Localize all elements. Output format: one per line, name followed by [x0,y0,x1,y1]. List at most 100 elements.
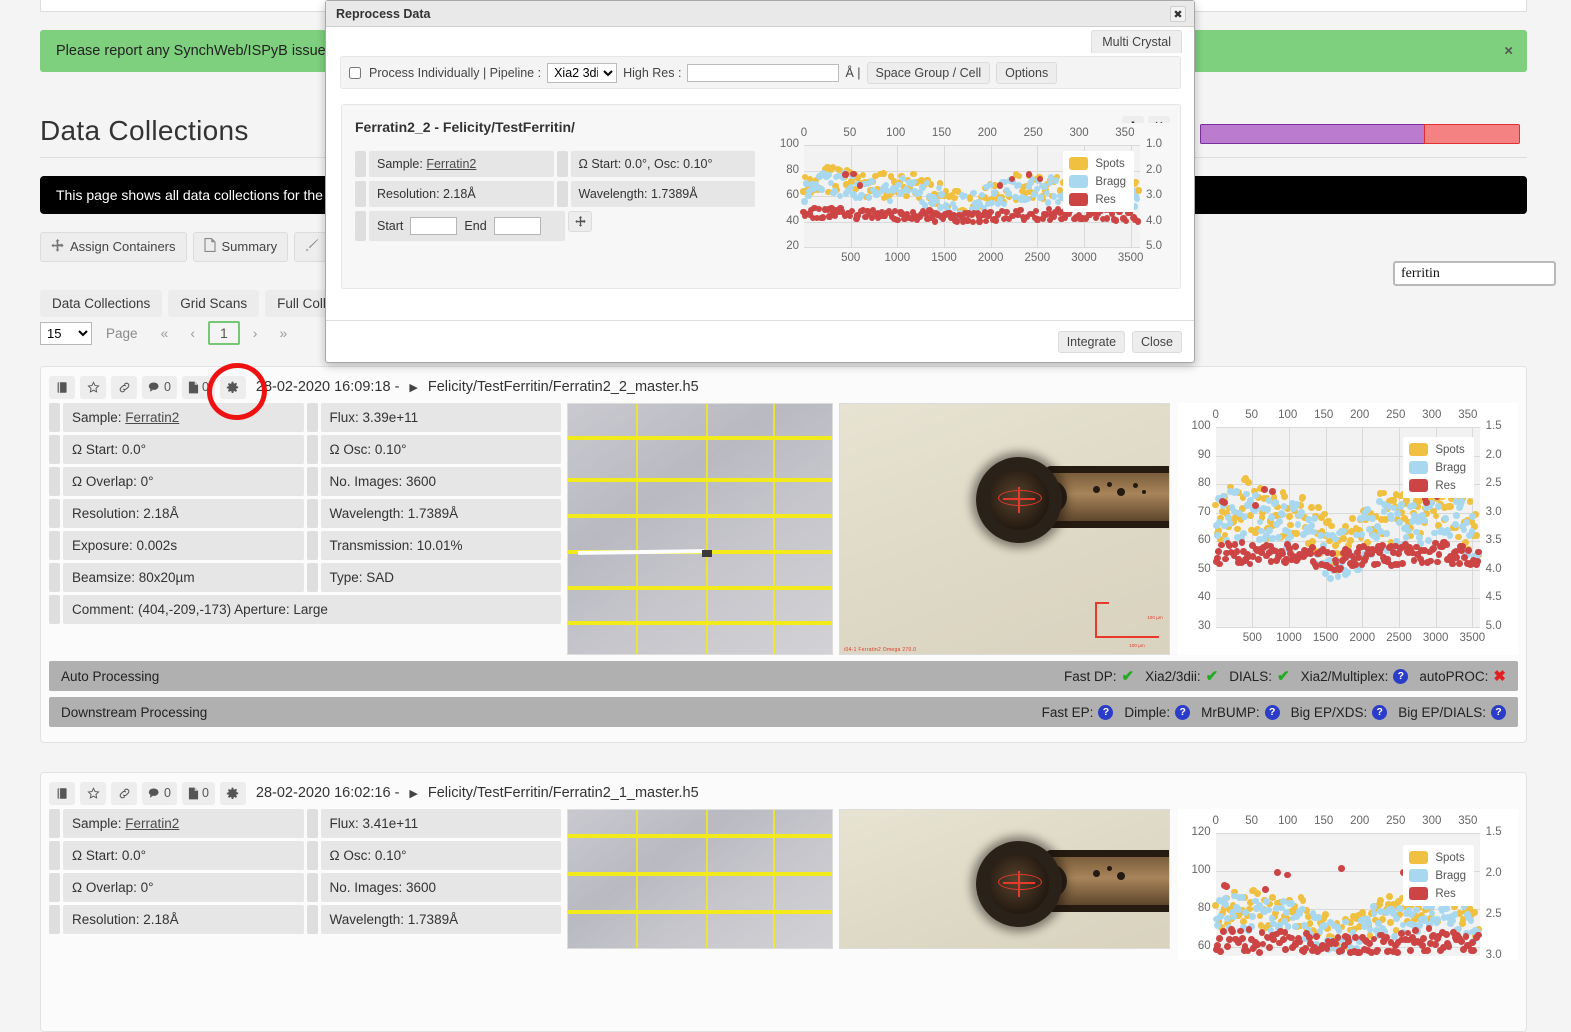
data-point [1025,171,1033,178]
page-size-select[interactable]: 152550100 [40,321,92,345]
status-name: Xia2/Multiplex: [1300,668,1389,684]
table-row: Resolution: 2.18Å Wavelength: 1.7389Å [49,499,561,528]
collection-quality-plot[interactable]: 500 1000 1500 2000 2500 3000 3500 30 40 50 60 70 80 9… [1177,403,1519,655]
comments-button[interactable]: 0 [142,781,177,805]
tab-data-collections[interactable]: Data Collections [40,290,163,317]
alert-close-icon[interactable]: × [1504,43,1513,60]
table-row: Ω Overlap: 0° No. Images: 3600 [49,467,561,496]
star-icon[interactable] [80,781,106,805]
data-point [1236,927,1244,935]
legend-swatch [1069,175,1089,188]
crystal-quality-plot[interactable]: 500 1000 1500 2000 2500 3000 3500 20 40 60 80 100 0 5… [772,123,1172,273]
x-tick-label: 3000 [1071,252,1097,264]
page-prev-button[interactable]: ‹ [181,322,204,344]
star-icon[interactable] [80,375,106,399]
files-button[interactable]: 0 [181,375,215,399]
options-button[interactable]: Options [996,61,1058,84]
y-tick-label-right: 1.5 [1485,420,1502,432]
table-row: Ω Overlap: 0° No. Images: 3600 [49,873,561,902]
start-input[interactable] [410,217,458,235]
data-point [1238,893,1246,901]
expand-arrow-icon[interactable]: ▶ [409,787,417,800]
space-group-cell-button[interactable]: Space Group / Cell [866,61,991,84]
status-name: Big EP/XDS: [1290,704,1368,720]
gridline-vertical [1325,427,1327,627]
data-point [1462,519,1470,526]
param-cell-right: No. Images: 3600 [320,873,561,902]
notebook-icon[interactable] [49,781,75,805]
legend-item: Res [1069,193,1126,206]
gear-icon[interactable] [219,781,246,805]
link-icon[interactable] [111,781,137,805]
gear-icon[interactable] [219,375,246,399]
notebook-icon[interactable] [49,375,75,399]
diffraction-image [568,404,833,654]
data-point [1424,536,1432,544]
process-individually-checkbox[interactable] [349,66,361,79]
link-icon[interactable] [111,375,137,399]
end-input[interactable] [493,217,541,235]
sample-link[interactable]: Ferratin2 [125,816,179,831]
plot-legend: Spots Bragg Res [1403,437,1475,498]
search-box[interactable] [1393,261,1556,286]
y-tick-label-left: 30 [1197,620,1211,632]
x-tick-label-top: 200 [1350,409,1370,421]
tab-multi-crystal[interactable]: Multi Crystal [1091,30,1182,53]
diffraction-thumbnail[interactable] [567,809,834,949]
x-tick-label-top: 100 [1278,409,1298,421]
collection-quality-plot[interactable]: 60 80 100 120 0 50 100 150 200 250 300 350 1.5 2.0 2.5… [1177,809,1519,961]
close-button[interactable]: Close [1132,330,1182,353]
status-check-icon[interactable]: ✔ [1277,667,1290,685]
diffraction-thumbnail[interactable] [567,403,834,655]
high-res-input[interactable] [687,63,840,82]
gridline-horizontal [1215,833,1480,834]
status-check-icon[interactable]: ✔ [1122,667,1135,685]
auto-processing-label: Auto Processing [61,668,160,684]
status-question-icon[interactable]: ? [1372,704,1388,720]
y-tick-label-left: 40 [1197,591,1211,604]
table-row: Ω Start: 0.0° Ω Osc: 0.10° [49,435,561,464]
expand-arrow-icon[interactable]: ▶ [409,381,417,394]
comments-button[interactable]: 0 [142,375,177,399]
status-check-icon[interactable]: ✔ [1206,667,1219,685]
status-cross-icon[interactable]: ✖ [1493,667,1506,685]
crystal-photo-thumbnail[interactable]: 100 µm 100 µm i04-1 Ferratin2 Omega 270.… [839,403,1170,655]
sample-link[interactable]: Ferratin2 [125,410,179,425]
scale-bar [1094,602,1159,638]
y-tick-label-left: 100 [779,138,799,150]
data-point [819,214,826,221]
dialog-close-icon[interactable]: ✖ [1170,6,1186,22]
data-point [857,182,864,189]
data-point [1220,499,1228,506]
move-handle-icon[interactable] [568,211,592,232]
row-gutter [49,499,60,528]
data-point [1332,939,1339,947]
pipeline-select[interactable]: Xia2 3diiXia2 dialsautoPROCDIALS [547,62,618,83]
search-input[interactable] [1395,263,1554,284]
data-point [1134,218,1142,225]
page-last-button[interactable]: » [270,322,296,344]
integrate-button[interactable]: Integrate [1057,330,1126,353]
data-point [1262,885,1270,893]
status-question-icon[interactable]: ? [1491,704,1506,720]
summary-button[interactable]: Summary [192,232,289,262]
collection-path: Felicity/TestFerritin/Ferratin2_1_master… [427,785,699,801]
data-point [910,170,917,177]
files-button[interactable]: 0 [181,781,215,805]
status-question-icon[interactable]: ? [1098,704,1114,720]
data-point [1313,933,1320,940]
data-point [1282,909,1290,917]
data-point [847,183,854,191]
status-question-icon[interactable]: ? [1264,704,1280,720]
page-next-button[interactable]: › [244,322,267,344]
assign-containers-button[interactable]: Assign Containers [40,232,187,262]
sample-link[interactable]: Ferratin2 [426,157,476,171]
status-question-icon[interactable]: ? [1393,668,1409,684]
page-current[interactable]: 1 [208,321,240,345]
data-point [1045,199,1052,206]
tab-grid-scans[interactable]: Grid Scans [168,290,260,317]
status-question-icon[interactable]: ? [1175,704,1191,720]
y-tick-label-right: 3.0 [1146,189,1162,201]
page-first-button[interactable]: « [152,322,178,344]
crystal-photo-thumbnail[interactable] [839,809,1170,949]
